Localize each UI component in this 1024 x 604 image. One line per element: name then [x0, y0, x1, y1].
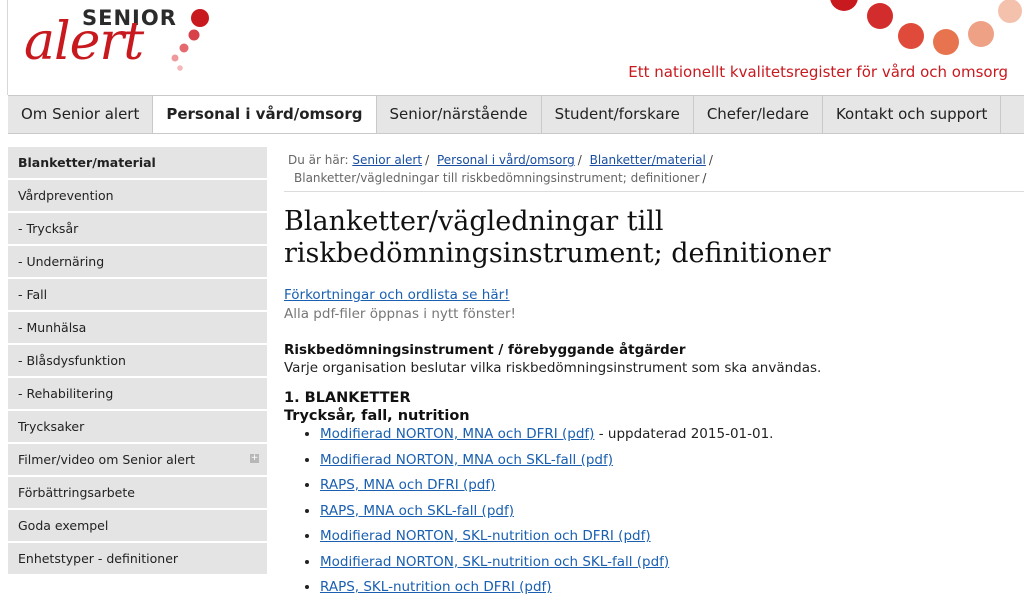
sidebar-item-trycksaker[interactable]: Trycksaker	[8, 411, 267, 442]
section-heading: 1. BLANKETTER	[284, 390, 411, 406]
list-item: Modifierad NORTON, MNA och SKL-fall (pdf…	[320, 451, 1024, 470]
risk-text: Varje organisation beslutar vilka riskbe…	[284, 360, 822, 376]
sidebar-item-rehabilitering[interactable]: - Rehabilitering	[8, 378, 267, 409]
nav-om-senior-alert[interactable]: Om Senior alert	[8, 96, 154, 133]
site-tagline: Ett nationellt kvalitetsregister för vår…	[628, 63, 1008, 81]
page-title: Blanketter/vägledningar till riskbedömni…	[284, 206, 1024, 270]
breadcrumb-link-blanketter[interactable]: Blanketter/material	[590, 153, 706, 167]
logo-dots-icon	[171, 9, 209, 71]
list-item: Modifierad NORTON, SKL-nutrition och DFR…	[320, 527, 1024, 546]
nav-personal-vard-omsorg[interactable]: Personal i vård/omsorg	[153, 96, 377, 133]
nav-kontakt-support[interactable]: Kontakt och support	[823, 96, 1002, 133]
breadcrumb-link-personal[interactable]: Personal i vård/omsorg	[437, 153, 575, 167]
document-link[interactable]: Modifierad NORTON, MNA och DFRI (pdf)	[320, 426, 594, 442]
pdf-note: Alla pdf-filer öppnas i nytt fönster!	[284, 306, 516, 322]
breadcrumb-prefix: Du är här:	[288, 153, 349, 167]
document-link[interactable]: Modifierad NORTON, SKL-nutrition och DFR…	[320, 528, 651, 544]
sidebar-menu: Blanketter/material Vårdprevention - Try…	[8, 147, 267, 576]
sidebar-item-munhalsa[interactable]: - Munhälsa	[8, 312, 267, 343]
sidebar-item-filmer-video[interactable]: Filmer/video om Senior alert +	[8, 444, 267, 475]
breadcrumb-separator: /	[425, 153, 430, 167]
page-left-border	[7, 0, 8, 95]
list-item: Modifierad NORTON, SKL-nutrition och SKL…	[320, 553, 1024, 572]
main-content: Du är här: Senior alert / Personal i vård…	[284, 147, 1024, 604]
breadcrumb-separator: /	[708, 153, 713, 167]
list-item: Modifierad NORTON, MNA och DFRI (pdf) - …	[320, 425, 1024, 444]
breadcrumb-current: Blanketter/vägledningar till riskbedömni…	[294, 171, 700, 185]
page-title-line1: Blanketter/vägledningar till	[284, 206, 664, 237]
list-item: RAPS, SKL-nutrition och DFRI (pdf)	[320, 578, 1024, 597]
document-link[interactable]: RAPS, MNA och SKL-fall (pdf)	[320, 503, 514, 519]
document-link[interactable]: Modifierad NORTON, SKL-nutrition och SKL…	[320, 554, 669, 570]
risk-heading: Riskbedömningsinstrument / förebyggande …	[284, 342, 686, 358]
sidebar-item-forbattringsarbete[interactable]: Förbättringsarbete	[8, 477, 267, 508]
sidebar-item-enhetstyper[interactable]: Enhetstyper - definitioner	[8, 543, 267, 574]
document-link[interactable]: RAPS, MNA och DFRI (pdf)	[320, 477, 495, 493]
sidebar-item-label: Filmer/video om Senior alert	[18, 452, 196, 467]
nav-student-forskare[interactable]: Student/forskare	[542, 96, 694, 133]
breadcrumb: Du är här: Senior alert / Personal i vård…	[284, 147, 1024, 192]
document-link[interactable]: RAPS, SKL-nutrition och DFRI (pdf)	[320, 579, 552, 595]
nav-senior-narstaende[interactable]: Senior/närstående	[377, 96, 542, 133]
main-navigation: Om Senior alert Personal i vård/omsorg S…	[8, 95, 1024, 134]
document-list: Modifierad NORTON, MNA och DFRI (pdf) - …	[284, 425, 1024, 597]
sidebar-item-goda-exempel[interactable]: Goda exempel	[8, 510, 267, 541]
list-item: RAPS, MNA och SKL-fall (pdf)	[320, 502, 1024, 521]
sidebar-item-blanketter[interactable]: Blanketter/material	[8, 147, 267, 178]
list-item: RAPS, MNA och DFRI (pdf)	[320, 476, 1024, 495]
sidebar-item-trycksar[interactable]: - Trycksår	[8, 213, 267, 244]
breadcrumb-link-senior-alert[interactable]: Senior alert	[352, 153, 422, 167]
decorative-dots-icon	[830, 0, 1022, 55]
senior-alert-logo[interactable]: SENIOR alert	[22, 2, 222, 82]
sidebar-item-vardprevention[interactable]: Vårdprevention	[8, 180, 267, 211]
breadcrumb-separator: /	[577, 153, 582, 167]
nav-chefer-ledare[interactable]: Chefer/ledare	[694, 96, 823, 133]
plus-icon[interactable]: +	[250, 454, 259, 463]
sidebar-item-fall[interactable]: - Fall	[8, 279, 267, 310]
sidebar-item-blasdysfunktion[interactable]: - Blåsdysfunktion	[8, 345, 267, 376]
logo-alert-text: alert	[24, 12, 144, 72]
breadcrumb-separator: /	[702, 171, 707, 185]
page-title-line2: riskbedömningsinstrument; definitioner	[284, 238, 831, 269]
sub-heading: Trycksår, fall, nutrition	[284, 408, 470, 424]
document-note: - uppdaterad 2015-01-01.	[594, 426, 774, 442]
document-link[interactable]: Modifierad NORTON, MNA och SKL-fall (pdf…	[320, 452, 613, 468]
sidebar-item-undernaring[interactable]: - Undernäring	[8, 246, 267, 277]
site-header: SENIOR alert Ett nationellt kvalitetsreg…	[0, 0, 1024, 95]
abbreviations-link[interactable]: Förkortningar och ordlista se här!	[284, 287, 510, 303]
